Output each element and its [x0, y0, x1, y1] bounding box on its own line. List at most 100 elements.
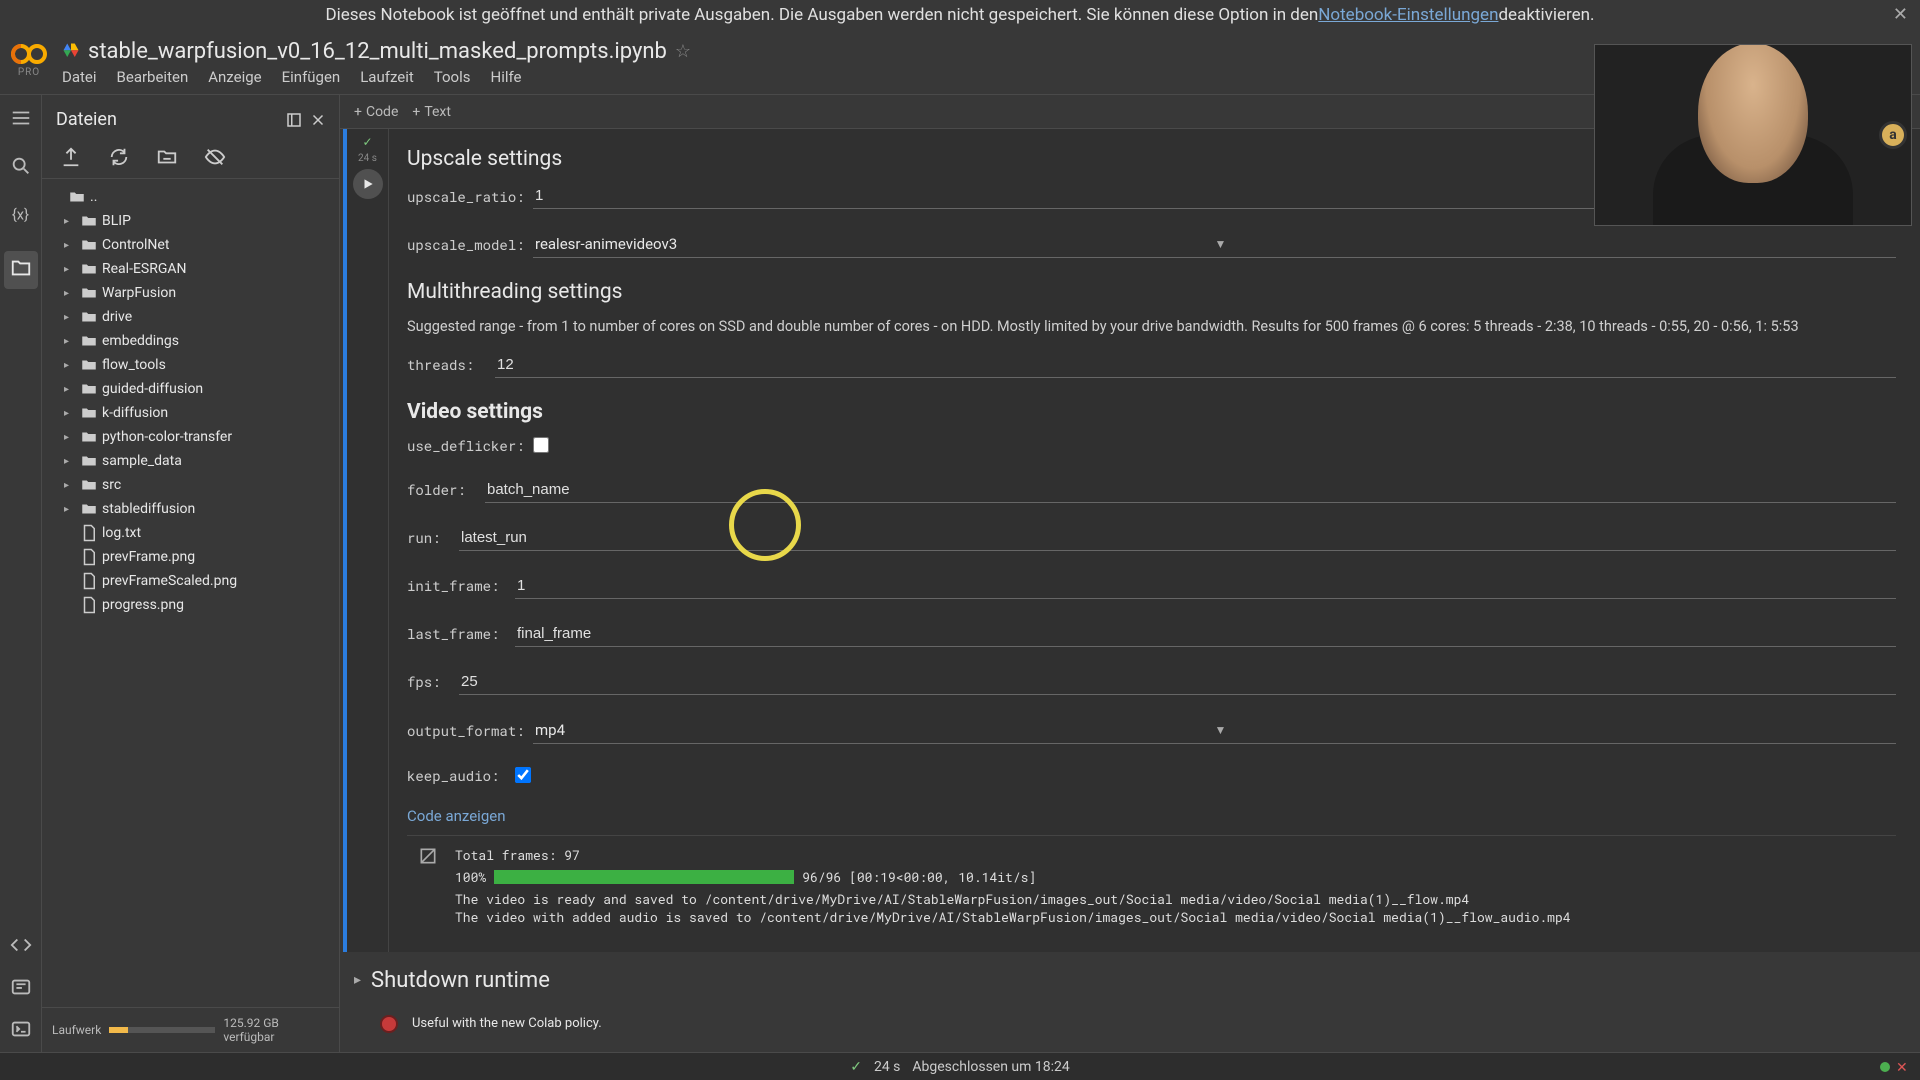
tree-folder[interactable]: ▸WarpFusion [48, 281, 333, 305]
connection-indicator[interactable] [1880, 1062, 1890, 1072]
search-icon[interactable] [10, 155, 32, 177]
tree-file[interactable]: log.txt [48, 521, 333, 545]
add-code-button[interactable]: + Code [354, 104, 398, 120]
files-icon[interactable] [4, 251, 38, 289]
webcam-badge: a [1879, 121, 1907, 149]
tree-folder[interactable]: ▸ControlNet [48, 233, 333, 257]
threads-label: threads: [407, 355, 487, 374]
disk-free: 125.92 GB verfügbar [223, 1016, 329, 1044]
check-icon: ✓ [362, 135, 372, 149]
status-done: Abgeschlossen um 18:24 [912, 1059, 1069, 1075]
tree-folder[interactable]: ▸flow_tools [48, 353, 333, 377]
shutdown-title: Shutdown runtime [371, 968, 550, 993]
menu-anzeige[interactable]: Anzeige [208, 68, 261, 86]
hide-icon[interactable] [204, 146, 226, 168]
code-snippets-icon[interactable] [10, 934, 32, 956]
upscale-model-select[interactable]: realesr-animevideov3▼ [533, 231, 1896, 258]
video-section-title: Video settings [407, 400, 1896, 424]
terminal-icon[interactable] [10, 1018, 32, 1040]
folder-label: folder: [407, 480, 477, 499]
tree-folder[interactable]: ▸embeddings [48, 329, 333, 353]
refresh-icon[interactable] [108, 146, 130, 168]
shutdown-cell: Useful with the new Colab policy. [340, 1009, 1920, 1052]
run-label: run: [407, 528, 451, 547]
tree-folder[interactable]: ▸Real-ESRGAN [48, 257, 333, 281]
menu-laufzeit[interactable]: Laufzeit [360, 68, 414, 86]
cell-gutter: ✓ 24 s [347, 129, 389, 952]
menu-bearbeiten[interactable]: Bearbeiten [117, 68, 189, 86]
mount-drive-icon[interactable] [156, 146, 178, 168]
cell-output: Total frames: 97 100% 96/96 [00:19<00:00… [407, 835, 1896, 936]
fps-input[interactable] [459, 669, 1896, 695]
form-cell: ✓ 24 s Upscale settings upscale_ratio: u… [343, 129, 1920, 952]
tree-folder[interactable]: ▸python-color-transfer [48, 425, 333, 449]
fps-label: fps: [407, 672, 451, 691]
multithreading-section-title: Multithreading settings [407, 280, 1896, 304]
chevron-down-icon: ▼ [1215, 723, 1895, 737]
output-total-frames: Total frames: 97 [455, 846, 1890, 864]
upload-icon[interactable] [60, 146, 82, 168]
keep-audio-label: keep_audio: [407, 766, 507, 785]
private-outputs-banner: Dieses Notebook ist geöffnet und enthält… [0, 0, 1920, 30]
pro-badge: PRO [18, 67, 40, 78]
use-deflicker-checkbox[interactable] [533, 437, 549, 453]
tree-folder[interactable]: ▸guided-diffusion [48, 377, 333, 401]
menu-datei[interactable]: Datei [62, 68, 97, 86]
keep-audio-checkbox[interactable] [515, 767, 531, 783]
shutdown-section[interactable]: ▸ Shutdown runtime [340, 952, 1920, 1009]
webcam-overlay: a [1594, 44, 1912, 226]
disk-usage: Laufwerk 125.92 GB verfügbar [42, 1007, 339, 1052]
use-deflicker-label: use_deflicker: [407, 436, 525, 455]
run-cell-button[interactable] [353, 169, 383, 199]
tree-folder[interactable]: ▸drive [48, 305, 333, 329]
menu-tools[interactable]: Tools [434, 68, 471, 86]
multithreading-desc: Suggested range - from 1 to number of co… [407, 316, 1896, 338]
tree-folder[interactable]: ▸stablediffusion [48, 497, 333, 521]
menu-icon[interactable] [10, 107, 32, 129]
tree-parent[interactable]: .. [48, 185, 333, 209]
tree-folder[interactable]: ▸BLIP [48, 209, 333, 233]
threads-input[interactable] [495, 352, 1896, 378]
last-frame-label: last_frame: [407, 624, 507, 643]
tree-file[interactable]: prevFrameScaled.png [48, 569, 333, 593]
tree-file[interactable]: progress.png [48, 593, 333, 617]
notebook-title[interactable]: stable_warpfusion_v0_16_12_multi_masked_… [88, 39, 667, 64]
command-palette-icon[interactable] [10, 976, 32, 998]
tree-folder[interactable]: ▸sample_data [48, 449, 333, 473]
tree-folder[interactable]: ▸k-diffusion [48, 401, 333, 425]
files-sidebar: Dateien .. ▸BLIP ▸ControlNet ▸Real-ESRGA… [42, 95, 340, 1052]
output-format-select[interactable]: mp4▼ [533, 717, 1896, 744]
tree-folder[interactable]: ▸src [48, 473, 333, 497]
output-line: The video is ready and saved to /content… [455, 890, 1890, 908]
variables-icon[interactable]: {x} [10, 203, 32, 225]
run-input[interactable] [459, 525, 1896, 551]
exec-time: 24 s [358, 153, 377, 165]
file-tree[interactable]: .. ▸BLIP ▸ControlNet ▸Real-ESRGAN ▸WarpF… [42, 179, 339, 1007]
close-session-icon[interactable]: ✕ [1896, 1060, 1910, 1074]
status-bar: ✓ 24 s Abgeschlossen um 18:24 ✕ [0, 1052, 1920, 1080]
last-frame-input[interactable] [515, 621, 1896, 647]
colab-logo[interactable]: PRO [8, 41, 50, 83]
disk-bar [109, 1027, 215, 1033]
menu-hilfe[interactable]: Hilfe [491, 68, 522, 86]
sidebar-title: Dateien [56, 109, 285, 130]
init-frame-input[interactable] [515, 573, 1896, 599]
add-text-button[interactable]: + Text [412, 104, 451, 120]
tree-file[interactable]: prevFrame.png [48, 545, 333, 569]
show-code-link[interactable]: Code anzeigen [407, 807, 1896, 825]
close-sidebar-icon[interactable] [309, 111, 327, 129]
menu-einfuegen[interactable]: Einfügen [282, 68, 341, 86]
notebook-settings-link[interactable]: Notebook-Einstellungen [1318, 5, 1498, 25]
init-frame-label: init_frame: [407, 576, 507, 595]
disk-label: Laufwerk [52, 1023, 101, 1037]
close-icon[interactable]: ✕ [1893, 4, 1908, 25]
output-line: The video with added audio is saved to /… [455, 908, 1890, 926]
upscale-model-label: upscale_model: [407, 235, 525, 254]
output-toggle-icon[interactable] [418, 846, 438, 866]
new-window-icon[interactable] [285, 111, 303, 129]
banner-text-after: deaktivieren. [1498, 5, 1594, 25]
output-pct: 100% [455, 868, 486, 886]
record-icon[interactable] [380, 1015, 398, 1033]
star-icon[interactable]: ☆ [675, 41, 691, 62]
folder-input[interactable] [485, 477, 1896, 503]
